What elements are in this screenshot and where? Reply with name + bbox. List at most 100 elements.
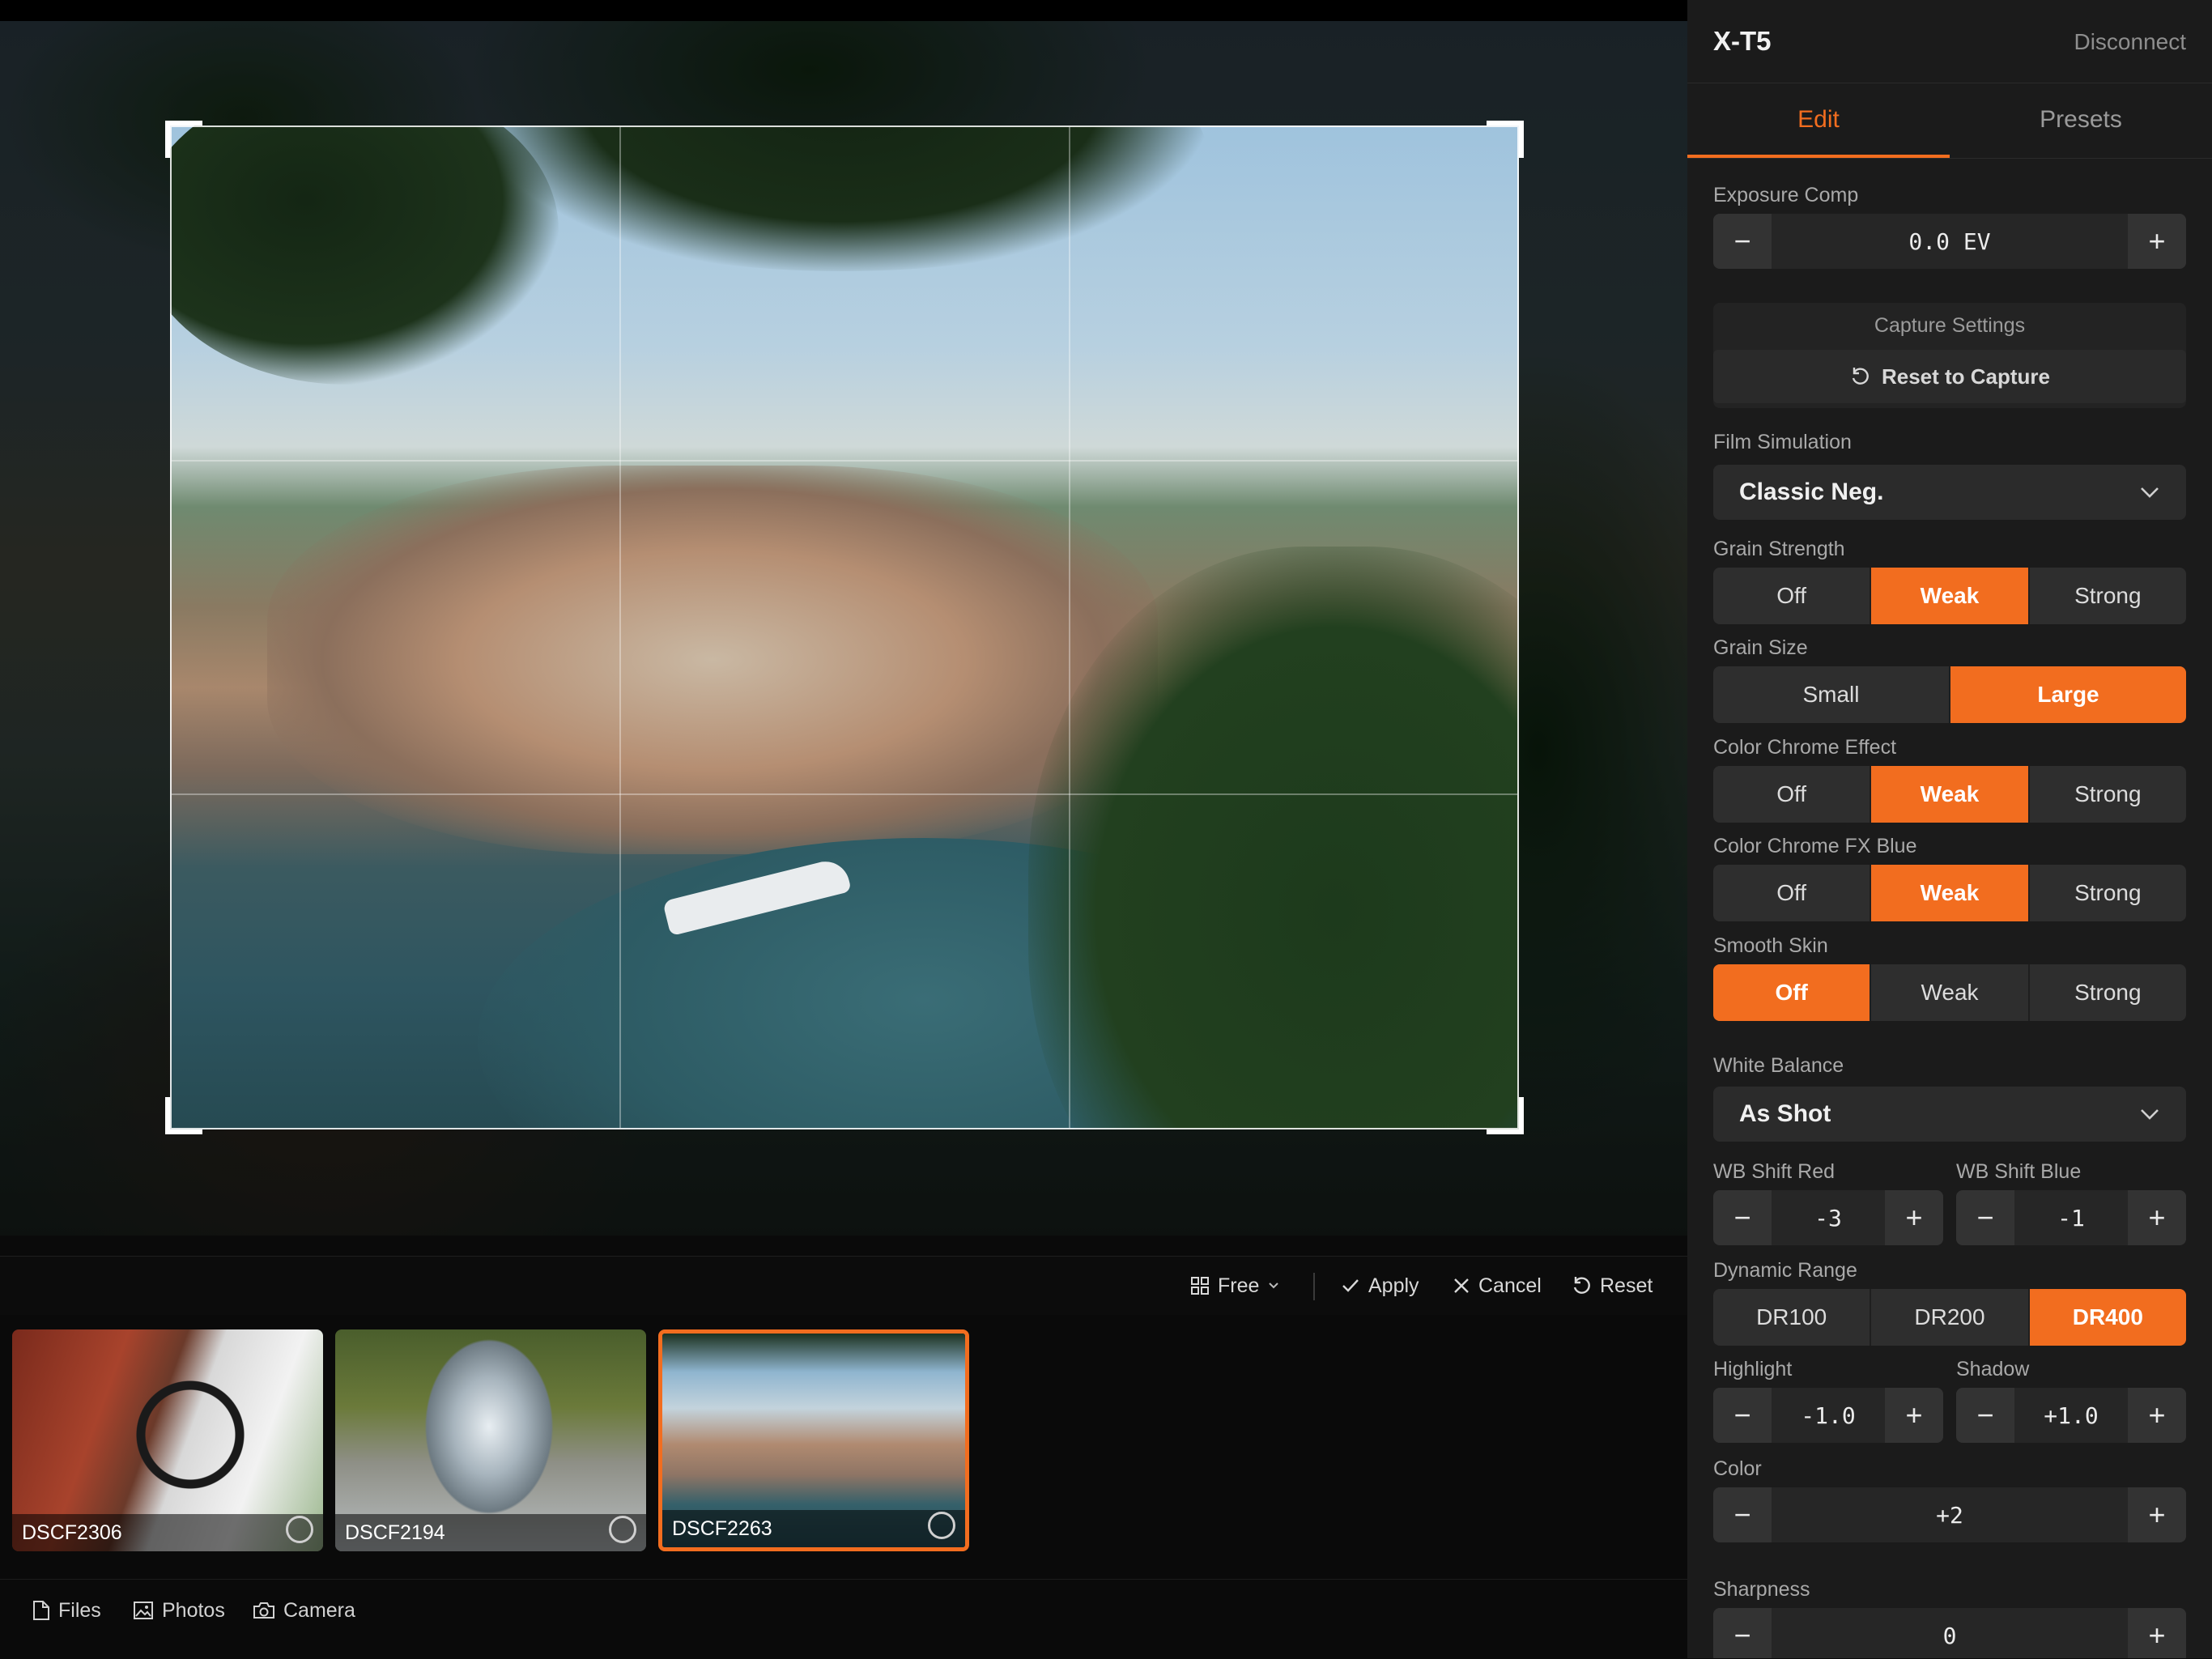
- select-circle-icon[interactable]: [928, 1512, 955, 1539]
- color-minus-button[interactable]: −: [1713, 1487, 1772, 1542]
- grain-size-label: Grain Size: [1713, 636, 1808, 659]
- grid-icon: [1191, 1277, 1209, 1295]
- photo-icon: [134, 1602, 153, 1619]
- white-balance-label: White Balance: [1713, 1054, 1844, 1077]
- film-simulation-label: Film Simulation: [1713, 431, 1852, 453]
- color-chrome-blue-off[interactable]: Off: [1713, 865, 1872, 921]
- color-chrome-strong[interactable]: Strong: [2030, 766, 2186, 823]
- film-simulation-dropdown[interactable]: Classic Neg.: [1713, 465, 2186, 520]
- smooth-skin-label: Smooth Skin: [1713, 934, 1828, 957]
- select-circle-icon[interactable]: [286, 1516, 313, 1543]
- shadow-label: Shadow: [1956, 1358, 2030, 1380]
- grain-size-small[interactable]: Small: [1713, 666, 1950, 723]
- tab-presets[interactable]: Presets: [1950, 83, 2212, 156]
- disconnect-button[interactable]: Disconnect: [2074, 29, 2186, 55]
- highlight-label: Highlight: [1713, 1358, 1793, 1380]
- crop-handle-bottom-right[interactable]: [1487, 1097, 1524, 1134]
- nav-photos[interactable]: Photos: [133, 1580, 225, 1641]
- settings-panel: X-T5 Disconnect Edit Presets Exposure Co…: [1687, 0, 2212, 1658]
- sharpness-minus-button[interactable]: −: [1713, 1608, 1772, 1658]
- wb-shift-red-stepper: − -3 +: [1713, 1190, 1943, 1245]
- camera-icon: [253, 1602, 274, 1619]
- nav-camera[interactable]: Camera: [253, 1580, 355, 1641]
- dynamic-range-dr100[interactable]: DR100: [1713, 1289, 1872, 1346]
- aspect-ratio-button[interactable]: Free: [1190, 1257, 1280, 1315]
- grain-strength-segmented: Off Weak Strong: [1713, 568, 2186, 624]
- grain-size-large[interactable]: Large: [1950, 666, 2186, 723]
- crop-handle-top-left[interactable]: [165, 121, 202, 158]
- checkmark-icon: [1342, 1279, 1359, 1292]
- reset-button[interactable]: Reset: [1571, 1257, 1653, 1315]
- color-chrome-blue-strong[interactable]: Strong: [2030, 865, 2186, 921]
- sharpness-plus-button[interactable]: +: [2128, 1608, 2186, 1658]
- shadow-plus-button[interactable]: +: [2128, 1388, 2186, 1443]
- shadow-stepper: − +1.0 +: [1956, 1388, 2186, 1443]
- color-chrome-blue-label: Color Chrome FX Blue: [1713, 835, 1917, 857]
- select-circle-icon[interactable]: [609, 1516, 636, 1543]
- reset-to-capture-button[interactable]: Reset to Capture: [1713, 350, 2186, 403]
- thumbnail-label: DSCF2306: [22, 1521, 122, 1544]
- reset-icon: [1852, 368, 1869, 385]
- crop-frame[interactable]: [165, 121, 1524, 1134]
- thumbnail[interactable]: DSCF2306: [12, 1329, 323, 1551]
- reset-icon: [1573, 1277, 1590, 1294]
- thumbnail[interactable]: DSCF2194: [335, 1329, 646, 1551]
- apply-button[interactable]: Apply: [1341, 1257, 1419, 1315]
- exposure-minus-button[interactable]: −: [1713, 214, 1772, 269]
- crop-grid-line: [172, 460, 1517, 462]
- filmstrip: DSCF2306 DSCF2194 DSCF2263: [0, 1315, 1687, 1579]
- thumbnail-caption: DSCF2263: [662, 1510, 965, 1547]
- color-chrome-blue-weak[interactable]: Weak: [1871, 865, 2030, 921]
- color-label: Color: [1713, 1457, 1762, 1480]
- dynamic-range-dr200[interactable]: DR200: [1871, 1289, 2030, 1346]
- wb-blue-minus-button[interactable]: −: [1956, 1190, 2014, 1245]
- bottom-nav: Files Photos Camera: [0, 1579, 1687, 1659]
- shadow-minus-button[interactable]: −: [1956, 1388, 2014, 1443]
- tab-edit[interactable]: Edit: [1687, 83, 1950, 158]
- film-simulation-value: Classic Neg.: [1739, 479, 1884, 505]
- dynamic-range-segmented: DR100 DR200 DR400: [1713, 1289, 2186, 1346]
- color-chrome-label: Color Chrome Effect: [1713, 736, 1897, 759]
- grain-strength-label: Grain Strength: [1713, 538, 1845, 560]
- wb-red-minus-button[interactable]: −: [1713, 1190, 1772, 1245]
- white-balance-dropdown[interactable]: As Shot: [1713, 1087, 2186, 1142]
- chevron-down-icon: [1269, 1283, 1279, 1289]
- thumbnail-selected[interactable]: DSCF2263: [658, 1329, 969, 1551]
- grain-strength-strong[interactable]: Strong: [2030, 568, 2186, 624]
- exposure-label: Exposure Comp: [1713, 184, 1859, 206]
- highlight-plus-button[interactable]: +: [1885, 1388, 1943, 1443]
- grain-strength-off[interactable]: Off: [1713, 568, 1872, 624]
- smooth-skin-off[interactable]: Off: [1713, 964, 1872, 1021]
- wb-shift-blue-stepper: − -1 +: [1956, 1190, 2186, 1245]
- photo-viewer[interactable]: [0, 0, 1687, 1236]
- smooth-skin-weak[interactable]: Weak: [1871, 964, 2030, 1021]
- nav-files[interactable]: Files: [32, 1580, 101, 1641]
- chevron-down-icon: [2141, 1109, 2159, 1120]
- reset-label: Reset: [1600, 1274, 1653, 1297]
- highlight-stepper: − -1.0 +: [1713, 1388, 1943, 1443]
- color-plus-button[interactable]: +: [2128, 1487, 2186, 1542]
- capture-settings-title: Capture Settings: [1874, 314, 2026, 337]
- exposure-plus-button[interactable]: +: [2128, 214, 2186, 269]
- crop-handle-bottom-left[interactable]: [165, 1097, 202, 1134]
- crop-grid-line: [1069, 127, 1070, 1128]
- exposure-stepper: − 0.0 EV +: [1713, 214, 2186, 269]
- dynamic-range-dr400[interactable]: DR400: [2029, 1289, 2186, 1346]
- dynamic-range-label: Dynamic Range: [1713, 1259, 1857, 1282]
- white-balance-value: As Shot: [1739, 1100, 1831, 1127]
- highlight-minus-button[interactable]: −: [1713, 1388, 1772, 1443]
- capture-settings: Capture Settings Reset to Capture: [1713, 303, 2186, 408]
- sharpness-stepper: − 0 +: [1713, 1608, 2186, 1658]
- grain-size-segmented: Small Large: [1713, 666, 2186, 723]
- color-chrome-off[interactable]: Off: [1713, 766, 1872, 823]
- grain-strength-weak[interactable]: Weak: [1871, 568, 2030, 624]
- aspect-ratio-label: Free: [1218, 1274, 1260, 1297]
- wb-blue-plus-button[interactable]: +: [2128, 1190, 2186, 1245]
- wb-red-plus-button[interactable]: +: [1885, 1190, 1943, 1245]
- apply-label: Apply: [1368, 1274, 1419, 1297]
- cancel-button[interactable]: Cancel: [1453, 1257, 1542, 1315]
- smooth-skin-strong[interactable]: Strong: [2030, 964, 2186, 1021]
- color-chrome-weak[interactable]: Weak: [1871, 766, 2030, 823]
- crop-handle-top-right[interactable]: [1487, 121, 1524, 158]
- thumbnail-label: DSCF2194: [345, 1521, 445, 1544]
